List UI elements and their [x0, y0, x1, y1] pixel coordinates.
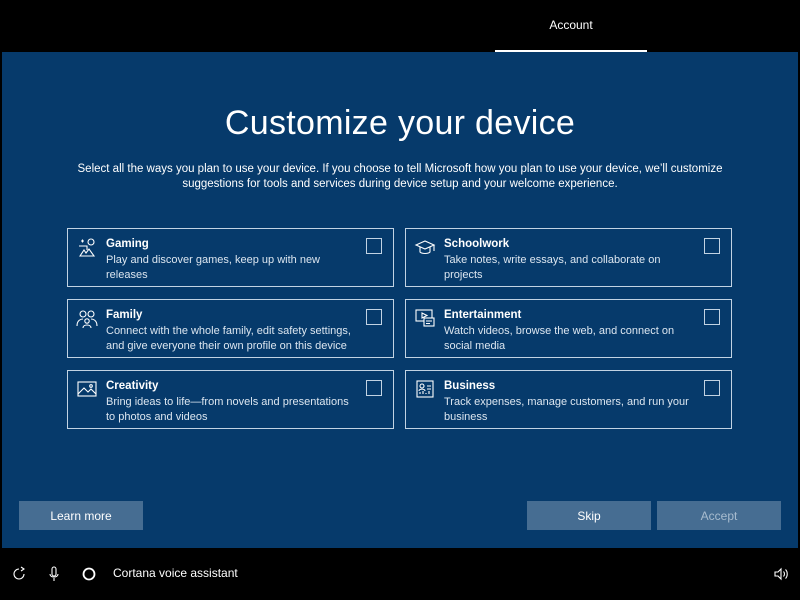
gaming-checkbox[interactable] [366, 238, 382, 254]
creativity-icon [77, 381, 97, 397]
family-icon [76, 310, 98, 329]
card-entertainment-title: Entertainment [444, 309, 522, 321]
card-family-description: Connect with the whole family, edit safe… [106, 325, 351, 352]
card-entertainment[interactable]: Entertainment Watch videos, browse the w… [405, 299, 732, 358]
card-business-description: Track expenses, manage customers, and ru… [444, 396, 689, 423]
card-business-title: Business [444, 380, 496, 392]
card-schoolwork-description: Take notes, write essays, and collaborat… [444, 254, 661, 281]
volume-icon[interactable] [772, 565, 790, 583]
learn-more-button[interactable]: Learn more [19, 501, 143, 530]
microphone-icon[interactable] [45, 565, 63, 583]
bottom-bar: Cortana voice assistant [0, 548, 800, 600]
schoolwork-icon [414, 240, 436, 255]
entertainment-icon [415, 309, 435, 327]
schoolwork-checkbox[interactable] [704, 238, 720, 254]
main-panel: Customize your device Select all the way… [2, 52, 798, 548]
business-checkbox[interactable] [704, 380, 720, 396]
creativity-checkbox[interactable] [366, 380, 382, 396]
page-description: Select all the ways you plan to use your… [77, 163, 723, 190]
card-gaming[interactable]: Gaming Play and discover games, keep up … [67, 228, 394, 287]
accept-button[interactable]: Accept [657, 501, 781, 530]
tab-account[interactable]: Account [495, 0, 647, 52]
card-business[interactable]: Business Track expenses, manage customer… [405, 370, 732, 429]
cortana-label: Cortana voice assistant [113, 566, 238, 580]
card-creativity-description: Bring ideas to life—from novels and pres… [106, 396, 349, 423]
card-family[interactable]: Family Connect with the whole family, ed… [67, 299, 394, 358]
card-creativity[interactable]: Creativity Bring ideas to life—from nove… [67, 370, 394, 429]
gaming-icon [78, 238, 96, 257]
card-family-title: Family [106, 309, 143, 321]
card-schoolwork[interactable]: Schoolwork Take notes, write essays, and… [405, 228, 732, 287]
card-gaming-title: Gaming [106, 238, 149, 250]
card-creativity-title: Creativity [106, 380, 159, 392]
card-gaming-description: Play and discover games, keep up with ne… [106, 254, 321, 281]
skip-button[interactable]: Skip [527, 501, 651, 530]
card-entertainment-description: Watch videos, browse the web, and connec… [444, 325, 675, 352]
page-title: Customize your device [224, 104, 576, 142]
business-icon [416, 380, 434, 398]
entertainment-checkbox[interactable] [704, 309, 720, 325]
cortana-icon[interactable] [80, 565, 98, 583]
ease-of-access-icon[interactable] [10, 565, 28, 583]
family-checkbox[interactable] [366, 309, 382, 325]
top-bar: Account [0, 0, 800, 52]
card-schoolwork-title: Schoolwork [444, 238, 510, 250]
